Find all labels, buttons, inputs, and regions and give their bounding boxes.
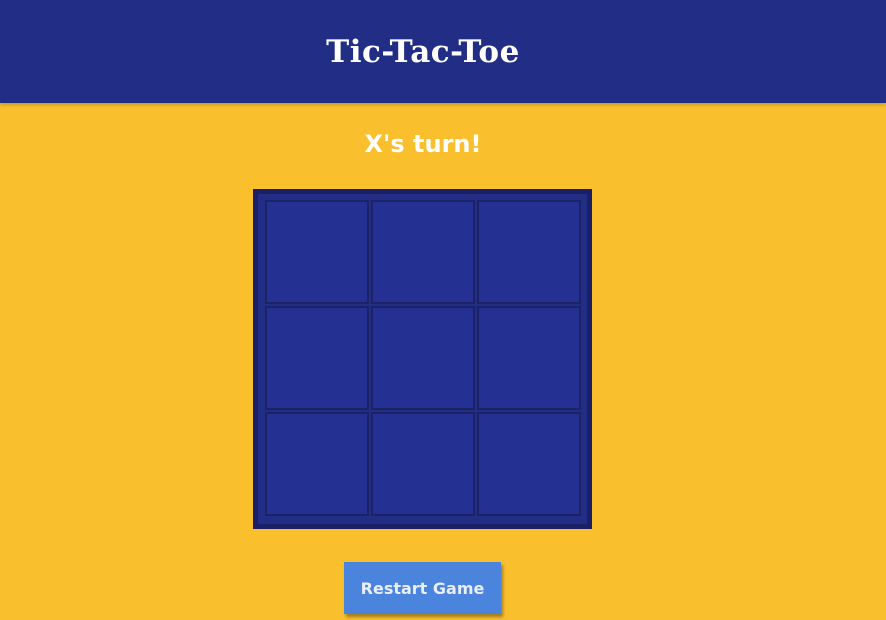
restart-game-button[interactable]: Restart Game [344,562,501,614]
board-cell-6[interactable] [477,306,581,410]
board-cell-5[interactable] [371,306,475,410]
board-cell-8[interactable] [371,412,475,516]
board-cell-4[interactable] [265,306,369,410]
board-cell-2[interactable] [371,200,475,304]
board-cell-3[interactable] [477,200,581,304]
header-bar: Tic-Tac-Toe [0,0,886,103]
turn-status: X's turn! [364,130,482,158]
board-cell-7[interactable] [265,412,369,516]
board-cell-1[interactable] [265,200,369,304]
board-cell-9[interactable] [477,412,581,516]
game-board [253,189,592,529]
page-title: Tic-Tac-Toe [326,33,520,70]
